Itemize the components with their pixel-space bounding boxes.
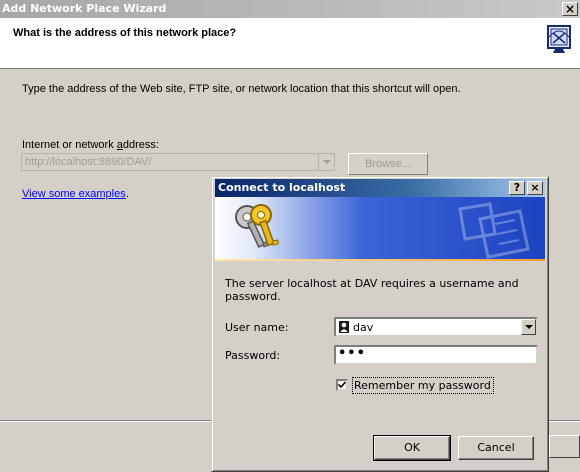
dialog-help-button[interactable]: ? [509,181,525,195]
dialog-title: Connect to localhost [218,181,346,194]
remember-password-checkbox[interactable] [336,379,348,391]
browse-button[interactable]: Browse... [348,153,428,175]
checkmark-icon [338,381,346,389]
user-icon [339,321,349,333]
banner-watermark-icon [458,202,530,259]
username-dropdown-arrow-icon[interactable] [521,319,536,335]
address-label-suffix: ddress: [122,139,159,151]
wizard-header: What is the address of this network plac… [0,18,580,69]
wizard-heading: What is the address of this network plac… [13,27,237,39]
password-label: Password: [225,349,281,362]
view-examples-link-text[interactable]: View some examples [22,188,126,200]
network-place-icon [547,25,571,53]
connect-dialog: Connect to localhost ? × The server loca… [211,176,549,472]
address-dropdown-arrow-icon[interactable] [318,154,334,170]
dialog-title-bar[interactable]: Connect to localhost ? × [215,179,545,197]
view-examples-link[interactable]: View some examples [22,188,126,200]
dialog-banner-divider [215,259,545,261]
ok-button[interactable]: OK [373,435,451,461]
username-label: User name: [225,321,289,334]
address-combobox[interactable]: http://localhost:8890/DAV/ [21,153,335,171]
address-value: http://localhost:8890/DAV/ [25,156,152,168]
dialog-close-button[interactable]: × [527,181,543,195]
address-label: Internet or network address: [22,139,159,151]
dialog-message: The server localhost at DAV requires a u… [225,277,519,303]
examples-link-period: . [126,188,130,200]
wizard-instruction: Type the address of the Web site, FTP si… [22,83,461,95]
remember-password-label[interactable]: Remember my password [352,377,494,394]
wizard-title: Add Network Place Wizard [2,2,167,15]
wizard-title-bar[interactable]: Add Network Place Wizard × [0,0,580,18]
username-value: dav [353,321,374,334]
dialog-banner [215,197,545,259]
keys-icon [235,204,279,249]
password-field[interactable]: ••• [334,345,538,365]
address-label-prefix: Internet or network [22,139,117,151]
cancel-button[interactable]: Cancel [458,436,534,460]
username-combobox[interactable]: dav [334,317,538,337]
wizard-cancel-button-edge[interactable] [549,435,580,458]
wizard-close-button[interactable]: × [562,2,578,16]
